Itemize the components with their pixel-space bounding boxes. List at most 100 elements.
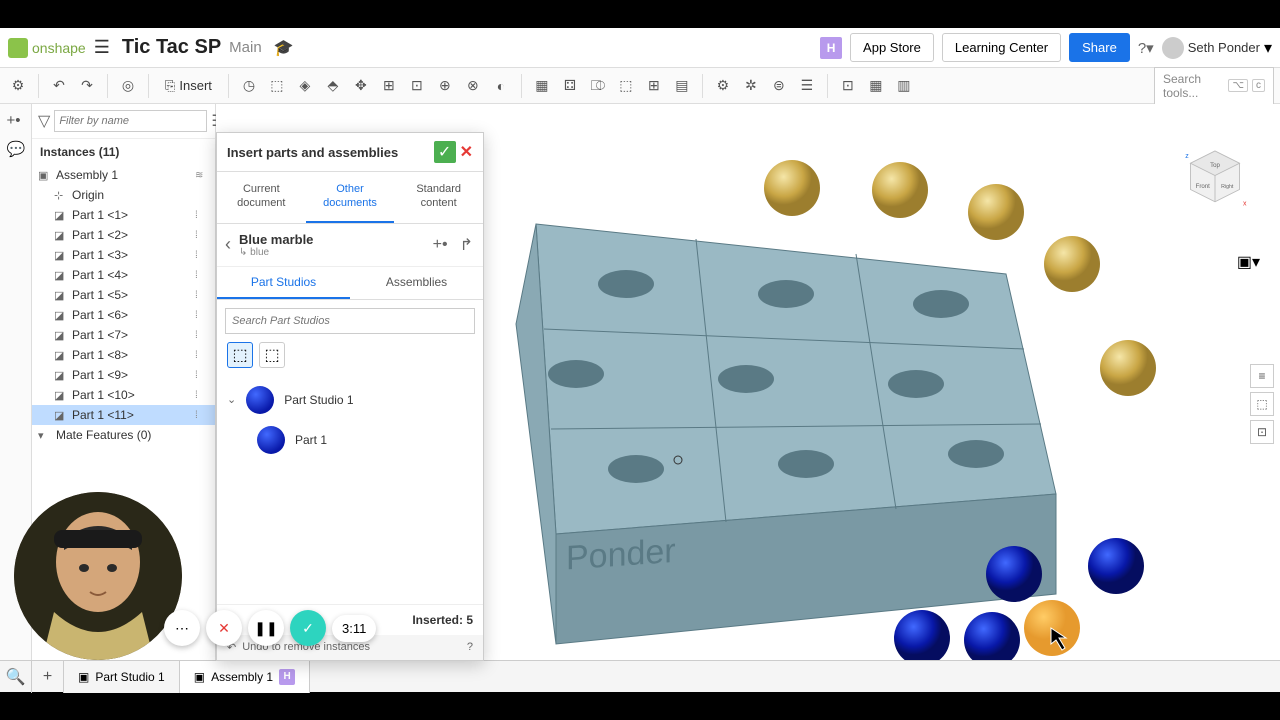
status-badge[interactable]: H: [820, 37, 842, 59]
right-tool-1[interactable]: ≡: [1250, 364, 1274, 388]
part-row[interactable]: Part 1: [227, 420, 473, 460]
mate-icon[interactable]: ⁞: [195, 330, 209, 341]
tree-assembly[interactable]: ▣ Assembly 1 ≋: [32, 165, 215, 185]
mate-icon[interactable]: ⁞: [195, 230, 209, 241]
tool-icon-7[interactable]: ⊡: [405, 74, 429, 98]
tree-part-item[interactable]: ◪Part 1 <7>⁞: [32, 325, 215, 345]
player-pause-button[interactable]: ❚❚: [248, 610, 284, 646]
tool-icon-22[interactable]: ▦: [864, 74, 888, 98]
share-button[interactable]: Share: [1069, 33, 1130, 62]
tool-icon-21[interactable]: ⊡: [836, 74, 860, 98]
tool-icon-17[interactable]: ⚙: [711, 74, 735, 98]
search-part-studios-input[interactable]: [225, 308, 475, 334]
tool-icon-1[interactable]: ◷: [237, 74, 261, 98]
mate-icon[interactable]: ⁞: [195, 390, 209, 401]
part-studio-row[interactable]: ⌄ Part Studio 1: [227, 380, 473, 420]
dialog-close-button[interactable]: ✕: [460, 142, 473, 162]
mate-icon[interactable]: ⁞: [195, 310, 209, 321]
graduation-icon[interactable]: 🎓: [274, 38, 294, 58]
gold-marble[interactable]: [1100, 340, 1156, 396]
tree-part-item[interactable]: ◪Part 1 <10>⁞: [32, 385, 215, 405]
tree-part-item[interactable]: ◪Part 1 <3>⁞: [32, 245, 215, 265]
tool-icon-2[interactable]: ⬚: [265, 74, 289, 98]
blue-marble[interactable]: [964, 612, 1020, 660]
suppress-icon[interactable]: ≋: [195, 170, 209, 181]
target-icon[interactable]: ◎: [116, 74, 140, 98]
insert-button[interactable]: ⎘ Insert: [157, 74, 220, 98]
tool-icon-8[interactable]: ⊕: [433, 74, 457, 98]
tab-assembly[interactable]: ▣ Assembly 1 H: [180, 661, 310, 693]
gold-marble[interactable]: [872, 162, 928, 218]
mate-icon[interactable]: ⁞: [195, 270, 209, 281]
tool-icon-11[interactable]: ▦: [530, 74, 554, 98]
right-tool-3[interactable]: ⊡: [1250, 420, 1274, 444]
tree-part-item[interactable]: ◪Part 1 <4>⁞: [32, 265, 215, 285]
mate-icon[interactable]: ⁞: [195, 370, 209, 381]
user-menu[interactable]: Seth Ponder ▾: [1162, 37, 1272, 59]
help-icon[interactable]: ?▾: [1138, 39, 1154, 57]
tree-part-item[interactable]: ◪Part 1 <11>⁞: [32, 405, 215, 425]
tool-icon-12[interactable]: ⚃: [558, 74, 582, 98]
tab-add-icon[interactable]: +: [32, 661, 64, 693]
display-mode-icon[interactable]: ▣▾: [1237, 252, 1260, 272]
player-cancel-button[interactable]: ✕: [206, 610, 242, 646]
mate-icon[interactable]: ⁞: [195, 410, 209, 421]
tree-part-item[interactable]: ◪Part 1 <9>⁞: [32, 365, 215, 385]
document-branch[interactable]: Main: [229, 39, 262, 56]
mate-icon[interactable]: ⁞: [195, 250, 209, 261]
dialog-tab-other[interactable]: Other documents: [306, 172, 395, 223]
tool-icon-5[interactable]: ✥: [349, 74, 373, 98]
tree-part-item[interactable]: ◪Part 1 <6>⁞: [32, 305, 215, 325]
player-confirm-button[interactable]: ✓: [290, 610, 326, 646]
tool-icon-15[interactable]: ⊞: [642, 74, 666, 98]
tree-mate-features[interactable]: ▾ Mate Features (0): [32, 425, 215, 445]
tree-part-item[interactable]: ◪Part 1 <2>⁞: [32, 225, 215, 245]
tree-part-item[interactable]: ◪Part 1 <5>⁞: [32, 285, 215, 305]
back-icon[interactable]: ‹: [225, 234, 231, 255]
nav-icon-1[interactable]: +•: [431, 234, 450, 256]
nav-icon-2[interactable]: ↱: [458, 233, 475, 257]
view-toggle-thumb[interactable]: ⬚: [227, 342, 253, 368]
tool-icon-18[interactable]: ✲: [739, 74, 763, 98]
gold-marble[interactable]: [1044, 236, 1100, 292]
tool-icon-16[interactable]: ▤: [670, 74, 694, 98]
learning-center-button[interactable]: Learning Center: [942, 33, 1061, 62]
expand-icon[interactable]: ⌄: [227, 393, 236, 406]
tree-origin[interactable]: ⊹ Origin: [32, 185, 215, 205]
menu-icon[interactable]: ☰: [94, 37, 110, 58]
app-store-button[interactable]: App Store: [850, 33, 934, 62]
tab-search-icon[interactable]: 🔍: [0, 661, 32, 693]
dialog-tab-current[interactable]: Current document: [217, 172, 306, 223]
tool-icon-13[interactable]: ⎄: [586, 74, 610, 98]
filter-icon[interactable]: ▽: [38, 111, 50, 131]
tool-icon-6[interactable]: ⊞: [377, 74, 401, 98]
redo-icon[interactable]: ↷: [75, 74, 99, 98]
gold-marble[interactable]: [764, 160, 820, 216]
mate-icon[interactable]: ⁞: [195, 210, 209, 221]
tree-part-item[interactable]: ◪Part 1 <8>⁞: [32, 345, 215, 365]
mate-icon[interactable]: ⁞: [195, 350, 209, 361]
view-toggle-list[interactable]: ⬚: [259, 342, 285, 368]
rail-add-icon[interactable]: +•: [7, 112, 25, 130]
tool-icon-9[interactable]: ⊗: [461, 74, 485, 98]
undo-icon[interactable]: ↶: [47, 74, 71, 98]
blue-marble[interactable]: [986, 546, 1042, 602]
feature-list-icon[interactable]: ⚙: [6, 74, 30, 98]
tool-icon-10[interactable]: ◐: [489, 74, 513, 98]
blue-marble[interactable]: [1088, 538, 1144, 594]
document-title[interactable]: Tic Tac SP: [122, 36, 221, 59]
view-cube[interactable]: Top Front Right z x: [1180, 144, 1250, 214]
dialog-confirm-button[interactable]: ✓: [434, 141, 456, 163]
board-model[interactable]: Ponder: [516, 224, 1056, 644]
tab-part-studio[interactable]: ▣ Part Studio 1: [64, 661, 180, 693]
player-more-button[interactable]: ⋯: [164, 610, 200, 646]
tool-icon-23[interactable]: ▥: [892, 74, 916, 98]
subtab-part-studios[interactable]: Part Studios: [217, 267, 350, 299]
rail-comment-icon[interactable]: 💬: [7, 140, 25, 158]
search-tools-input[interactable]: Search tools... ⌥c: [1154, 67, 1274, 105]
subtab-assemblies[interactable]: Assemblies: [350, 267, 483, 299]
filter-input[interactable]: [54, 110, 207, 132]
dragging-marble[interactable]: [1024, 600, 1080, 656]
tree-part-item[interactable]: ◪Part 1 <1>⁞: [32, 205, 215, 225]
gold-marble[interactable]: [968, 184, 1024, 240]
